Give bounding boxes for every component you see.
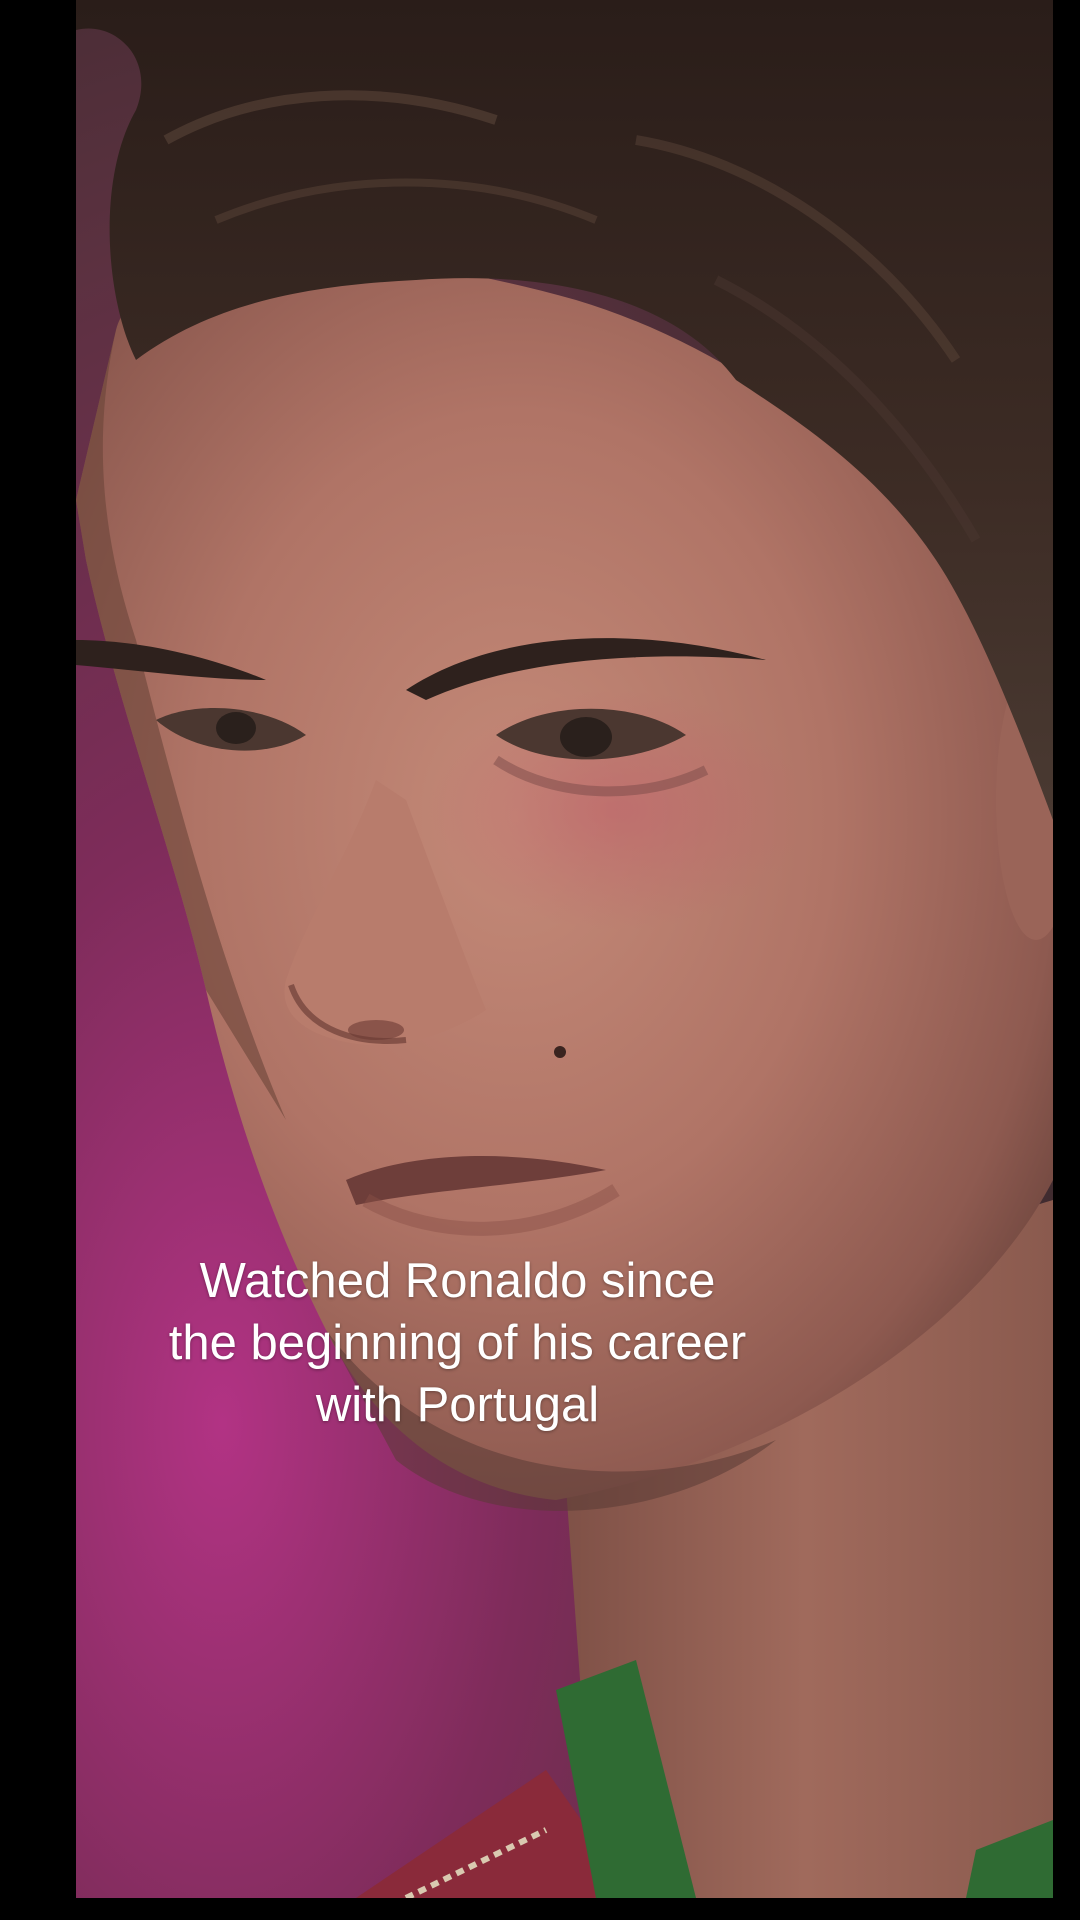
video-player[interactable]: Watched Ronaldo since the beginning of h… bbox=[0, 0, 1080, 1920]
video-caption: Watched Ronaldo since the beginning of h… bbox=[76, 1250, 839, 1436]
caption-line: with Portugal bbox=[315, 1378, 600, 1432]
player-portrait-image bbox=[76, 0, 1053, 1898]
caption-line: the beginning of his career bbox=[168, 1316, 747, 1370]
video-frame[interactable] bbox=[76, 0, 1053, 1898]
caption-line: Watched Ronaldo since bbox=[199, 1254, 716, 1308]
